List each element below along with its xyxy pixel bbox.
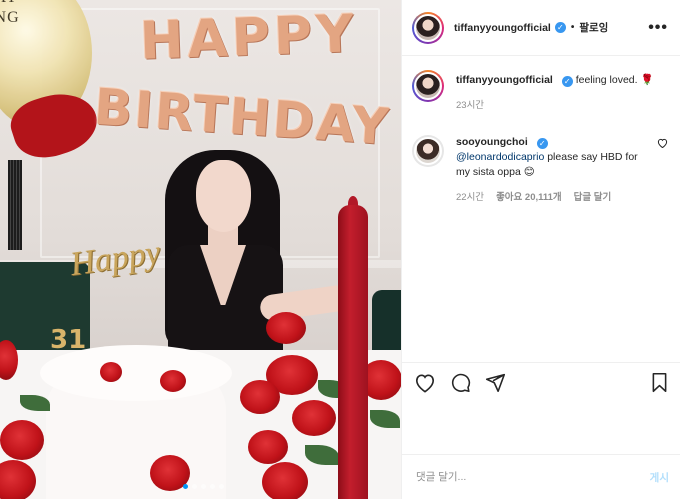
post-header: tiffanyyoungofficial ✓ • 팔로잉 ••• bbox=[402, 0, 680, 56]
add-comment-bar: 게시 bbox=[402, 454, 680, 499]
carousel-dot[interactable] bbox=[183, 484, 188, 489]
balloon-text-line1: DAY bbox=[0, 0, 20, 8]
caption-time[interactable]: 23시간 bbox=[456, 98, 484, 113]
caption-text: feeling loved. bbox=[575, 74, 638, 86]
rose bbox=[292, 400, 336, 436]
bookmark-icon[interactable] bbox=[650, 372, 669, 393]
heart-icon[interactable] bbox=[414, 373, 436, 393]
caption: tiffanyyoungofficial ✓ feeling loved. 🌹 … bbox=[412, 70, 668, 113]
balloon-text: DAY UNG bbox=[0, 0, 20, 28]
commenter-avatar[interactable] bbox=[412, 135, 444, 167]
carousel-dot[interactable] bbox=[192, 484, 197, 489]
commenter-username[interactable]: sooyoungchoi bbox=[456, 136, 528, 148]
tassel-garland bbox=[8, 160, 22, 250]
carousel-dot[interactable] bbox=[219, 484, 224, 489]
author-username[interactable]: tiffanyyoungofficial bbox=[454, 22, 551, 34]
instagram-post: DAY UNG HAPPY BIRTHDAY Happy 31 bbox=[0, 0, 680, 499]
comments-list: tiffanyyoungofficial ✓ feeling loved. 🌹 … bbox=[402, 56, 680, 499]
red-candle bbox=[338, 205, 368, 499]
comment-icon[interactable] bbox=[450, 372, 471, 393]
post-side-panel: tiffanyyoungofficial ✓ • 팔로잉 ••• tiffany… bbox=[401, 0, 680, 499]
person-face bbox=[196, 160, 251, 232]
carousel-dot[interactable] bbox=[201, 484, 206, 489]
cake-topper-number: 31 bbox=[50, 325, 87, 355]
comment-mention[interactable]: @leonardodicaprio bbox=[456, 151, 544, 163]
carousel-dots bbox=[183, 484, 224, 489]
verified-icon: ✓ bbox=[554, 22, 566, 33]
separator-dot: • bbox=[570, 22, 575, 33]
post-comment-button[interactable]: 게시 bbox=[650, 470, 669, 485]
rose bbox=[240, 380, 280, 414]
caption-username[interactable]: tiffanyyoungofficial bbox=[456, 74, 553, 86]
balloon-text-line2: UNG bbox=[0, 9, 20, 26]
rose bbox=[262, 462, 308, 499]
banner-happy: HAPPY bbox=[139, 4, 359, 72]
more-icon[interactable]: ••• bbox=[648, 19, 668, 37]
caption-meta: 23시간 bbox=[456, 98, 668, 113]
verified-icon: ✓ bbox=[561, 76, 573, 87]
rose-emoji: 🌹 bbox=[640, 74, 654, 86]
comment-input[interactable] bbox=[416, 471, 650, 483]
comment-likes[interactable]: 좋아요 20,111개 bbox=[496, 190, 562, 205]
comment-like-heart-icon[interactable] bbox=[657, 137, 668, 151]
caption-body: tiffanyyoungofficial ✓ feeling loved. 🌹 … bbox=[456, 70, 668, 113]
post-photo[interactable]: DAY UNG HAPPY BIRTHDAY Happy 31 bbox=[0, 0, 401, 499]
rose bbox=[160, 370, 186, 392]
rose bbox=[100, 362, 122, 382]
comment-body: sooyoungchoi ✓ @leonardodicaprio please … bbox=[456, 135, 649, 205]
action-bar bbox=[402, 362, 680, 402]
reply-button[interactable]: 답글 달기 bbox=[574, 190, 612, 205]
rose bbox=[266, 312, 306, 344]
comment-meta: 22시간 좋아요 20,111개 답글 달기 bbox=[456, 190, 649, 205]
rose bbox=[248, 430, 288, 464]
rose bbox=[0, 420, 44, 460]
comment-item: sooyoungchoi ✓ @leonardodicaprio please … bbox=[412, 135, 668, 205]
caption-avatar[interactable] bbox=[412, 70, 444, 102]
carousel-dot[interactable] bbox=[210, 484, 215, 489]
share-icon[interactable] bbox=[485, 372, 506, 393]
author-avatar[interactable] bbox=[412, 11, 444, 44]
following-button[interactable]: 팔로잉 bbox=[579, 20, 608, 35]
verified-icon: ✓ bbox=[536, 138, 548, 149]
comment-time[interactable]: 22시간 bbox=[456, 190, 484, 205]
